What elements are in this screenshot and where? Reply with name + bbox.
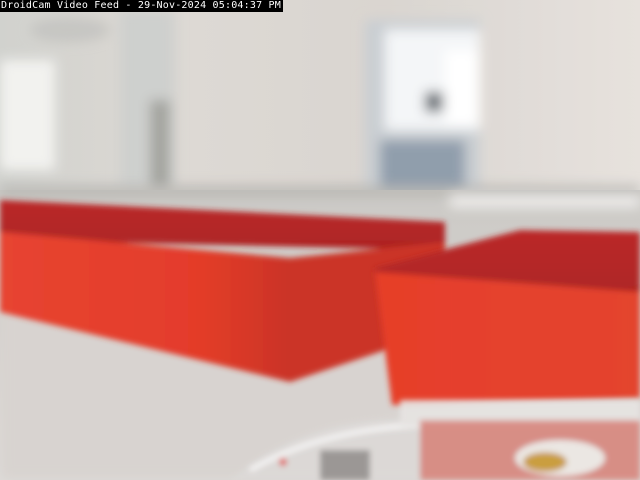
camera-feed-viewport: DroidCam Video Feed - 29-Nov-2024 05:04:… <box>0 0 640 480</box>
date-label: 29-Nov-2024 <box>137 0 207 11</box>
caption-separator: - <box>119 0 138 11</box>
time-label: 05:04:37 PM <box>212 0 281 11</box>
app-name-label: DroidCam Video Feed <box>1 0 120 11</box>
camera-frame-image <box>0 0 640 480</box>
video-feed-timestamp-caption: DroidCam Video Feed - 29-Nov-2024 05:04:… <box>0 0 283 12</box>
